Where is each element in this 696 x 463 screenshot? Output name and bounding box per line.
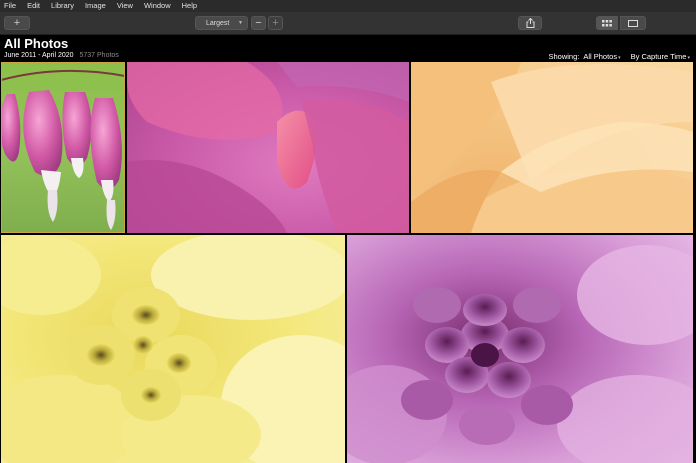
sort-value: By Capture Time bbox=[630, 52, 687, 61]
photo-thumbnail[interactable] bbox=[411, 62, 693, 233]
zoom-out-button[interactable]: − bbox=[251, 16, 266, 30]
showing-filter-dropdown[interactable]: All Photos▾ bbox=[583, 52, 620, 61]
menu-bar: File Edit Library Image View Window Help bbox=[0, 0, 696, 12]
photo-image bbox=[411, 62, 693, 233]
menu-file[interactable]: File bbox=[4, 0, 16, 12]
menu-image[interactable]: Image bbox=[85, 0, 106, 12]
minus-icon: − bbox=[255, 17, 262, 29]
photo-thumbnail[interactable] bbox=[127, 62, 409, 233]
single-view-icon bbox=[628, 19, 638, 27]
menu-window[interactable]: Window bbox=[144, 0, 171, 12]
add-button[interactable]: + bbox=[4, 16, 30, 30]
chevron-down-icon: ▾ bbox=[618, 55, 621, 61]
grid-view-button[interactable] bbox=[596, 16, 618, 30]
page-title: All Photos bbox=[4, 36, 69, 51]
date-range-text: June 2011 - April 2020 bbox=[4, 52, 74, 59]
chevron-down-icon: ▼ bbox=[238, 20, 243, 26]
toolbar: + Largest ▼ − + bbox=[0, 12, 696, 35]
sort-dropdown[interactable]: By Capture Time▾ bbox=[631, 52, 690, 61]
showing-filter-value: All Photos bbox=[583, 52, 618, 61]
share-icon bbox=[526, 18, 534, 28]
date-range: June 2011 - April 2020 5737 Photos bbox=[4, 52, 119, 59]
photo-thumbnail[interactable] bbox=[1, 62, 125, 233]
size-select-value: Largest bbox=[206, 19, 230, 27]
share-button[interactable] bbox=[518, 16, 542, 30]
menu-library[interactable]: Library bbox=[51, 0, 74, 12]
filter-bar: Showing: All Photos▾ By Capture Time▾ bbox=[548, 52, 690, 61]
plus-icon: + bbox=[13, 17, 21, 29]
showing-label: Showing: bbox=[548, 52, 580, 61]
photo-count: 5737 Photos bbox=[79, 52, 119, 59]
thumbnail-size-select[interactable]: Largest ▼ bbox=[195, 16, 248, 30]
menu-help[interactable]: Help bbox=[182, 0, 197, 12]
single-view-button[interactable] bbox=[620, 16, 646, 30]
chevron-down-icon: ▾ bbox=[687, 55, 690, 61]
photo-image bbox=[1, 235, 345, 463]
photo-image bbox=[1, 62, 125, 233]
photo-image bbox=[347, 235, 693, 463]
photo-thumbnail[interactable] bbox=[1, 235, 345, 463]
zoom-in-button[interactable]: + bbox=[268, 16, 283, 30]
grid-icon bbox=[602, 19, 612, 26]
plus-icon: + bbox=[272, 17, 279, 29]
menu-view[interactable]: View bbox=[117, 0, 133, 12]
photo-image bbox=[127, 62, 409, 233]
photo-thumbnail[interactable] bbox=[347, 235, 693, 463]
menu-edit[interactable]: Edit bbox=[27, 0, 40, 12]
